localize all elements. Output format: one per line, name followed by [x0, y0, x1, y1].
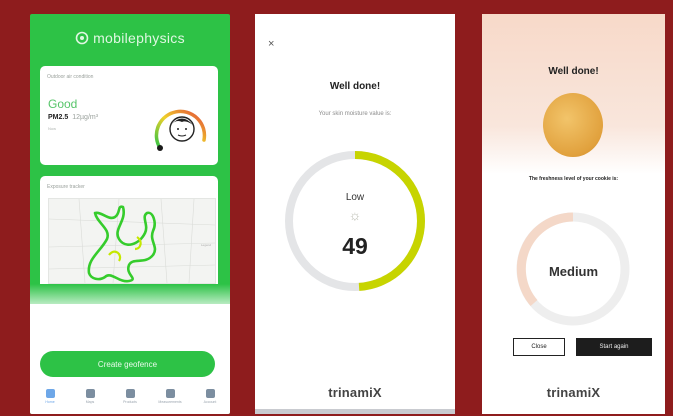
pm-value: 12µg/m³ [72, 114, 99, 121]
result-title: Well done! [329, 81, 381, 92]
face-icon [169, 116, 195, 142]
chart-icon [165, 389, 175, 398]
app-screen-skin-moisture: × Well done! Your skin moisture value is… [255, 14, 455, 414]
start-again-button[interactable]: Start again [576, 338, 652, 356]
map-icon [85, 389, 95, 398]
app-screen-air-quality: mobilephysics Outdoor air condition Good… [30, 14, 230, 414]
brand-logo: trinamiX [328, 385, 382, 400]
exposure-map-title: Exposure tracker [47, 184, 85, 190]
products-icon [125, 389, 135, 398]
tab-measurements[interactable]: Measurements [152, 389, 188, 414]
app-logo-text: mobilephysics [93, 30, 185, 46]
air-quality-card-title: Outdoor air condition [47, 74, 94, 80]
pm-reading: PM2.5 12µg/m³ [48, 114, 98, 121]
air-quality-status: Good [48, 97, 78, 111]
sun-icon: ☼ [348, 207, 362, 223]
home-icon [45, 389, 55, 398]
result-title: Well done! [548, 66, 599, 77]
tab-measurements-label: Measurements [158, 400, 182, 404]
create-geofence-button[interactable]: Create geofence [40, 351, 215, 377]
result-subtitle: Your skin moisture value is: [318, 111, 392, 117]
cookie-image [543, 93, 603, 157]
air-quality-gauge [148, 98, 216, 158]
map-legend-note: Legend [200, 243, 211, 247]
tab-home[interactable]: Home [32, 389, 68, 414]
close-icon[interactable]: × [268, 38, 274, 50]
result-subtitle: The freshness level of your cookie is: [528, 176, 619, 182]
tab-maps-label: Maps [85, 400, 95, 404]
pm-label: PM2.5 [48, 114, 69, 121]
tab-products[interactable]: Products [112, 389, 148, 414]
air-quality-time: Now [48, 126, 57, 131]
route-track [48, 198, 216, 284]
app-header: mobilephysics [30, 14, 230, 62]
tab-maps[interactable]: Maps [72, 389, 108, 414]
tab-products-label: Products [123, 400, 137, 404]
exposure-map-card[interactable]: Exposure tracker Legend [40, 176, 218, 300]
account-icon [205, 389, 215, 398]
app-screen-cookie-freshness: Well done! The freshness level of your c… [482, 14, 665, 414]
bottom-tab-bar: Home Maps Products Measurements Account [30, 389, 230, 414]
moisture-level-label: Low [345, 192, 365, 203]
close-button[interactable]: Close [513, 338, 565, 356]
tab-account-label: Account [203, 400, 217, 404]
logo-icon [75, 31, 89, 45]
brand-logo: trinamiX [546, 385, 601, 400]
freshness-level-label: Medium [548, 264, 599, 279]
exposure-map[interactable]: Legend [48, 198, 216, 284]
tab-account[interactable]: Account [192, 389, 228, 414]
air-quality-card[interactable]: Outdoor air condition Good PM2.5 12µg/m³ … [40, 66, 218, 165]
moisture-value: 49 [342, 233, 368, 259]
tab-home-label: Home [45, 400, 55, 404]
